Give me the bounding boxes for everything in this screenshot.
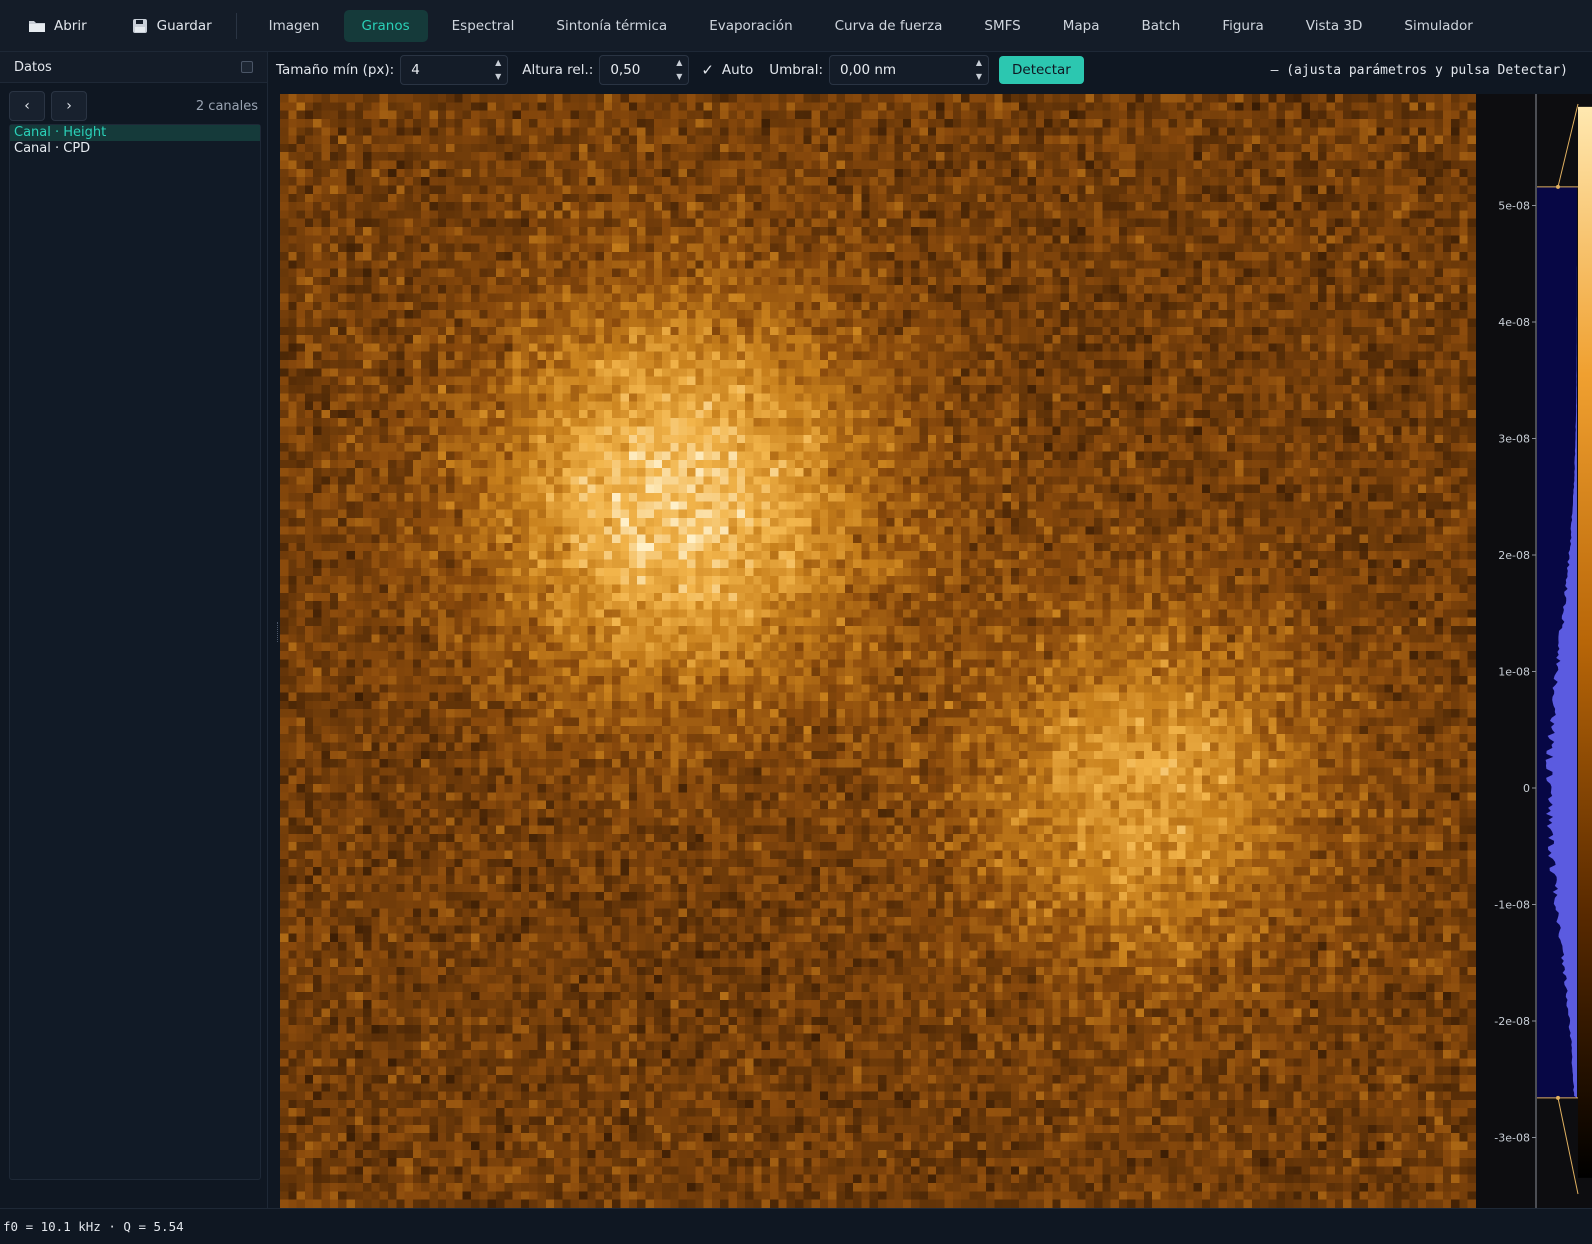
detect-button[interactable]: Detectar — [999, 56, 1084, 84]
float-panel-icon[interactable] — [241, 61, 253, 73]
previous-channel-button[interactable]: ‹ — [9, 91, 45, 121]
level-handle[interactable] — [1556, 1095, 1560, 1100]
checkmark-icon: ✓ — [701, 61, 714, 79]
data-panel-header: Datos — [0, 52, 267, 83]
threshold-label: Umbral: — [769, 62, 823, 78]
toolbar-separator — [235, 12, 237, 39]
tab-simulador[interactable]: Simulador — [1386, 10, 1490, 42]
colorbar-tick-label: -2e-08 — [1494, 1015, 1530, 1028]
level-handle[interactable] — [1556, 184, 1560, 189]
tab-bar: Imagen Granos Espectral Sintonía térmica… — [251, 9, 1491, 42]
list-item-channel-height[interactable]: Canal · Height — [10, 125, 260, 141]
tab-smfs[interactable]: SMFS — [966, 10, 1038, 42]
threshold-spinbox[interactable]: 0,00 nm ▲ ▼ — [829, 55, 989, 85]
tab-espectral[interactable]: Espectral — [434, 10, 533, 42]
auto-checkbox[interactable]: ✓ Auto — [701, 61, 753, 79]
min-size-label: Tamaño mín (px): — [276, 62, 395, 78]
histogram-lut-svg[interactable]: 5e-08 4e-08 3e-08 2e-08 1e-08 0 -1e-08 -2e-08 -3… — [1476, 94, 1592, 1208]
grain-params-bar: Tamaño mín (px): 4 ▲ ▼ Altura rel.: 0,50 … — [272, 52, 1592, 88]
status-bar: f0 = 10.1 kHz · Q = 5.54 — [0, 1208, 1592, 1244]
open-button[interactable]: Abrir — [18, 10, 97, 42]
rel-height-value: 0,50 — [610, 62, 641, 78]
height-map-canvas[interactable] — [280, 94, 1476, 1208]
colorbar-tick-label: -1e-08 — [1494, 899, 1530, 912]
floppy-disk-icon — [131, 17, 149, 35]
tab-evaporacion[interactable]: Evaporación — [691, 10, 810, 42]
level-connector-line — [1557, 1097, 1579, 1195]
open-label: Abrir — [54, 17, 87, 34]
tab-imagen[interactable]: Imagen — [251, 10, 338, 42]
afm-height-image[interactable] — [280, 94, 1476, 1208]
list-item-channel-cpd[interactable]: Canal · CPD — [10, 141, 260, 157]
save-label: Guardar — [156, 17, 212, 34]
histogram-colorbar[interactable]: 5e-08 4e-08 3e-08 2e-08 1e-08 0 -1e-08 -2e-08 -3… — [1476, 94, 1592, 1208]
threshold-value: 0,00 nm — [840, 62, 897, 78]
colorbar-tick-label: 1e-08 — [1498, 666, 1530, 679]
next-channel-button[interactable]: › — [51, 91, 87, 121]
tab-mapa[interactable]: Mapa — [1045, 10, 1118, 42]
tab-figura[interactable]: Figura — [1204, 10, 1281, 42]
status-text: f0 = 10.1 kHz · Q = 5.54 — [3, 1219, 184, 1234]
channel-count: 2 canales — [195, 98, 258, 114]
spin-arrows-icon[interactable]: ▲ ▼ — [674, 59, 684, 81]
panel-splitter-handle[interactable] — [277, 622, 280, 642]
auto-label: Auto — [721, 62, 754, 78]
colorbar-tick-label: 4e-08 — [1498, 316, 1530, 329]
tab-sintonia-termica[interactable]: Sintonía térmica — [538, 10, 685, 42]
folder-icon — [28, 17, 46, 35]
channel-list: Canal · Height Canal · CPD — [9, 124, 261, 1180]
tab-granos[interactable]: Granos — [343, 9, 428, 42]
spin-arrows-icon[interactable]: ▲ ▼ — [493, 59, 503, 81]
detection-status-hint: — (ajusta parámetros y pulsa Detectar) — [1270, 62, 1568, 78]
colormap-gradient-bar[interactable] — [1578, 106, 1592, 1178]
data-panel-title: Datos — [14, 59, 52, 75]
level-connector-line — [1557, 103, 1579, 187]
spin-arrows-icon[interactable]: ▲ ▼ — [974, 59, 984, 81]
tab-batch[interactable]: Batch — [1124, 10, 1199, 42]
colorbar-tick-label: 0 — [1523, 782, 1530, 795]
tab-curva-de-fuerza[interactable]: Curva de fuerza — [817, 10, 961, 42]
min-size-value: 4 — [411, 62, 420, 78]
rel-height-label: Altura rel.: — [522, 62, 594, 78]
main-toolbar: Abrir Guardar Imagen Granos Espectral Si… — [0, 0, 1592, 52]
colorbar-tick-label: 5e-08 — [1498, 200, 1530, 213]
save-button[interactable]: Guardar — [121, 10, 222, 42]
colorbar-tick-label: 2e-08 — [1498, 549, 1530, 562]
tab-vista-3d[interactable]: Vista 3D — [1288, 10, 1381, 42]
colorbar-tick-label: 3e-08 — [1498, 433, 1530, 446]
min-size-spinbox[interactable]: 4 ▲ ▼ — [400, 55, 509, 85]
rel-height-spinbox[interactable]: 0,50 ▲ ▼ — [599, 55, 690, 85]
colorbar-tick-label: -3e-08 — [1494, 1132, 1530, 1145]
channel-navigation: ‹ › 2 canales — [0, 83, 267, 129]
